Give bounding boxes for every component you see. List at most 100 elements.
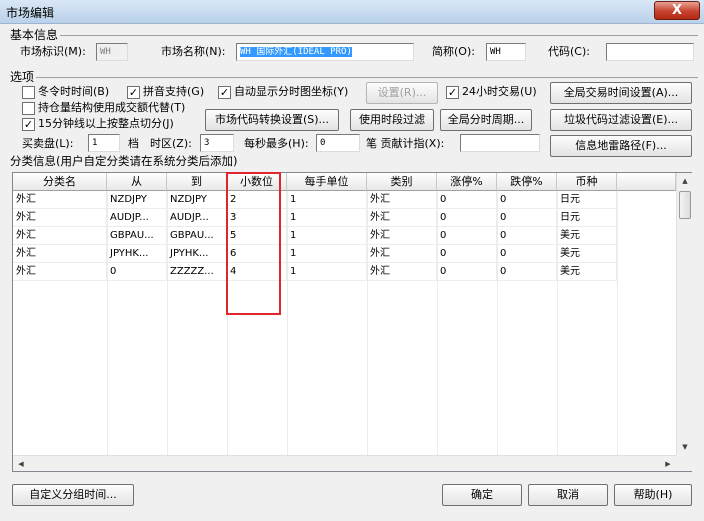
table-cell[interactable]: 外汇 — [367, 227, 437, 245]
custom-group-time-button[interactable]: 自定义分组时间... — [12, 484, 134, 506]
hold-struct-label: 持仓量结构使用成交额代替(T) — [38, 101, 186, 114]
market-name-value: WH 国际外汇(IDEAL PRO) — [240, 47, 352, 57]
junk-filter-button[interactable]: 垃圾代码过滤设置(E)... — [550, 109, 692, 131]
table-cell[interactable]: 美元 — [557, 245, 617, 263]
horizontal-scrollbar[interactable]: ◀ ▶ — [13, 455, 676, 471]
bidask-label: 买卖盘(L): — [22, 137, 74, 150]
table-cell[interactable]: 0 — [497, 191, 557, 209]
scroll-left-icon[interactable]: ◀ — [13, 456, 29, 472]
timezone-label: 时区(Z): — [150, 137, 192, 150]
table-cell[interactable]: 日元 — [557, 209, 617, 227]
code-convert-button[interactable]: 市场代码转换设置(S)... — [205, 109, 339, 131]
table-cell[interactable]: 0 — [437, 263, 497, 281]
table-cell[interactable]: 0 — [497, 227, 557, 245]
table-cell[interactable]: 外汇 — [13, 191, 107, 209]
table-cell[interactable]: AUDJP... — [167, 209, 227, 227]
table-cell[interactable]: 0 — [437, 191, 497, 209]
col-header-from[interactable]: 从 — [107, 173, 167, 191]
close-button[interactable]: X — [654, 1, 700, 20]
title-bar — [0, 0, 704, 24]
market-name-field[interactable]: WH 国际外汇(IDEAL PRO) — [236, 43, 414, 61]
trade24-label: 24小时交易(U) — [462, 85, 537, 98]
levels-label: 档 — [128, 137, 139, 150]
basic-group-label: 基本信息 — [8, 26, 61, 43]
table-cell[interactable]: 外汇 — [13, 245, 107, 263]
auto-coords-checkbox[interactable]: ✓ — [218, 86, 231, 99]
contrib-label: 笔 贡献计指(X): — [366, 137, 445, 150]
contrib-field[interactable] — [460, 134, 540, 152]
table-cell[interactable]: 1 — [287, 191, 367, 209]
market-id-field: WH — [96, 43, 128, 61]
table-cell[interactable]: NZDJPY — [107, 191, 167, 209]
scroll-down-icon[interactable]: ▼ — [677, 439, 693, 455]
bidask-field[interactable]: 1 — [88, 134, 120, 152]
col-header-limit-down[interactable]: 跌停% — [497, 173, 557, 191]
table-cell[interactable]: 1 — [287, 227, 367, 245]
table-cell[interactable]: 外汇 — [367, 263, 437, 281]
trade24-checkbox[interactable]: ✓ — [446, 86, 459, 99]
short-name-field[interactable]: WH — [486, 43, 526, 61]
hold-struct-checkbox[interactable] — [22, 102, 35, 115]
table-cell[interactable]: 日元 — [557, 191, 617, 209]
global-period-button[interactable]: 全局分时周期... — [440, 109, 532, 131]
market-name-label: 市场名称(N): — [161, 45, 226, 58]
col-header-category[interactable]: 分类名 — [13, 173, 107, 191]
basic-group-line — [8, 35, 698, 36]
table-cell[interactable]: 外汇 — [367, 245, 437, 263]
col-header-lot-unit[interactable]: 每手单位 — [287, 173, 367, 191]
category-section-label: 分类信息(用户自定分类请在系统分类后添加) — [10, 154, 238, 168]
table-cell[interactable]: 0 — [497, 209, 557, 227]
pinyin-checkbox[interactable]: ✓ — [127, 86, 140, 99]
table-cell[interactable]: 0 — [437, 227, 497, 245]
table-cell[interactable]: 美元 — [557, 227, 617, 245]
ok-button[interactable]: 确定 — [442, 484, 522, 506]
col-header-currency[interactable]: 币种 — [557, 173, 617, 191]
cancel-button[interactable]: 取消 — [528, 484, 608, 506]
table-cell[interactable]: GBPAU... — [167, 227, 227, 245]
code-field[interactable] — [606, 43, 694, 61]
col-header-limit-up[interactable]: 涨停% — [437, 173, 497, 191]
table-cell[interactable]: 外汇 — [367, 209, 437, 227]
table-cell[interactable]: GBPAU... — [107, 227, 167, 245]
col-header-to[interactable]: 到 — [167, 173, 227, 191]
table-cell[interactable]: 0 — [497, 245, 557, 263]
help-button[interactable]: 帮助(H) — [614, 484, 692, 506]
options-group-label: 选项 — [8, 68, 37, 85]
table-cell[interactable]: 外汇 — [367, 191, 437, 209]
options-group-line — [8, 77, 698, 78]
table-cell[interactable]: 外汇 — [13, 209, 107, 227]
table-cell[interactable]: 0 — [437, 245, 497, 263]
vertical-scrollbar[interactable]: ▲ ▼ — [676, 173, 692, 455]
settings-button[interactable]: 设置(R)... — [366, 82, 438, 104]
category-table[interactable]: 分类名 从 到 小数位 每手单位 类别 涨停% 跌停% 币种 外汇 NZDJPY… — [12, 172, 692, 472]
table-cell[interactable]: 0 — [497, 263, 557, 281]
max-per-sec-label: 每秒最多(H): — [244, 137, 309, 150]
table-cell[interactable]: 0 — [107, 263, 167, 281]
scroll-right-icon[interactable]: ▶ — [660, 456, 676, 472]
table-cell[interactable]: NZDJPY — [167, 191, 227, 209]
info-path-button[interactable]: 信息地雷路径(F)... — [550, 135, 692, 157]
table-cell[interactable]: 1 — [287, 263, 367, 281]
scroll-thumb[interactable] — [679, 191, 691, 219]
period-filter-button[interactable]: 使用时段过滤 — [350, 109, 434, 131]
table-cell[interactable]: 外汇 — [13, 227, 107, 245]
table-cell[interactable]: 0 — [437, 209, 497, 227]
pinyin-label: 拼音支持(G) — [143, 85, 205, 98]
dst-checkbox[interactable] — [22, 86, 35, 99]
table-cell[interactable]: ZZZZZ... — [167, 263, 227, 281]
col-divider — [617, 191, 618, 455]
table-cell[interactable]: JPYHK... — [167, 245, 227, 263]
table-cell[interactable]: JPYHK... — [107, 245, 167, 263]
timezone-field[interactable]: 3 — [200, 134, 234, 152]
table-cell[interactable]: 1 — [287, 209, 367, 227]
max-per-sec-field[interactable]: 0 — [316, 134, 360, 152]
table-cell[interactable]: 美元 — [557, 263, 617, 281]
scroll-corner — [676, 455, 692, 471]
global-trade-time-button[interactable]: 全局交易时间设置(A)... — [550, 82, 692, 104]
table-cell[interactable]: AUDJP... — [107, 209, 167, 227]
scroll-up-icon[interactable]: ▲ — [677, 173, 693, 189]
col-header-type[interactable]: 类别 — [367, 173, 437, 191]
cut15-checkbox[interactable]: ✓ — [22, 118, 35, 131]
table-cell[interactable]: 外汇 — [13, 263, 107, 281]
table-cell[interactable]: 1 — [287, 245, 367, 263]
